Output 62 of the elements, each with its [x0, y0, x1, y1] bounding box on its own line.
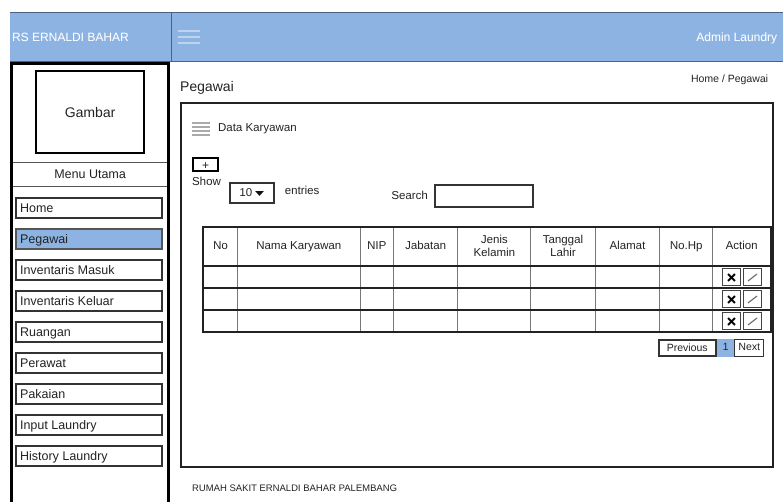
breadcrumb: Home / Pegawai: [690, 72, 768, 87]
panel-title: Data Karyawan: [218, 121, 297, 136]
edit-button[interactable]: [742, 268, 762, 286]
search-label: Search: [391, 188, 428, 204]
sidebar-item[interactable]: Pakaian: [15, 382, 163, 405]
table-cell: [203, 266, 238, 288]
table-cell: [393, 266, 458, 288]
edit-button[interactable]: [742, 290, 762, 308]
sidebar-item[interactable]: Pegawai: [15, 228, 163, 250]
image-label: Gambar: [64, 102, 116, 122]
delete-button[interactable]: [722, 290, 741, 308]
delete-button[interactable]: [722, 268, 741, 286]
table-cell: [203, 310, 238, 332]
table-cell: [360, 266, 394, 288]
list-icon: [192, 122, 210, 136]
edit-button[interactable]: [742, 312, 762, 330]
page-title: Pegawai: [180, 77, 234, 96]
sidebar-item[interactable]: Input Laundry: [15, 414, 163, 436]
pagination-button[interactable]: 1: [716, 339, 734, 358]
show-label: Show: [192, 175, 221, 190]
table-cell: [360, 310, 394, 332]
entries-label: entries: [284, 184, 320, 199]
pencil-icon: [746, 294, 758, 304]
table-cell: [530, 310, 596, 332]
column-header: Jenis Kelamin: [458, 227, 531, 266]
sidebar-item[interactable]: Ruangan: [15, 320, 163, 343]
entries-select[interactable]: 10: [228, 182, 275, 204]
close-icon: [726, 316, 736, 326]
column-header: Nama Karyawan: [237, 227, 360, 266]
sidebar-item[interactable]: Home: [15, 196, 163, 219]
close-icon: [726, 272, 736, 282]
pagination-button[interactable]: Next: [734, 339, 764, 358]
table-cell: [595, 288, 660, 310]
column-header: Alamat: [595, 227, 660, 266]
sidebar-item[interactable]: Inventaris Masuk: [15, 258, 163, 281]
add-button[interactable]: +: [192, 157, 219, 172]
pencil-icon: [746, 316, 758, 326]
table-cell: [393, 310, 458, 332]
table-cell: [530, 266, 596, 288]
brand-title: RS ERNALDI BAHAR: [10, 13, 172, 61]
table-cell: [530, 288, 596, 310]
column-header: Jabatan: [393, 227, 458, 266]
pagination-button[interactable]: Previous: [658, 339, 717, 358]
search-field[interactable]: [434, 184, 534, 208]
sidebar-item[interactable]: Inventaris Keluar: [15, 290, 163, 312]
close-icon: [726, 294, 736, 304]
pencil-icon: [746, 272, 758, 282]
column-header: Tanggal Lahir: [530, 227, 596, 266]
table-cell: [393, 288, 458, 310]
column-header: No: [203, 227, 238, 266]
column-header: No.Hp: [660, 227, 713, 266]
table-cell: [595, 310, 660, 332]
column-header: NIP: [360, 227, 394, 266]
menu-title: Menu Utama: [13, 162, 167, 187]
table-cell: [360, 288, 394, 310]
table-cell: [203, 288, 238, 310]
sidebar-item[interactable]: Perawat: [15, 352, 163, 374]
footer-text: RUMAH SAKIT ERNALDI BAHAR PALEMBANG: [192, 482, 398, 496]
delete-button[interactable]: [722, 312, 741, 330]
caret-icon: [255, 190, 264, 196]
sidebar-item[interactable]: History Laundry: [15, 444, 163, 467]
table-cell: [595, 266, 660, 288]
